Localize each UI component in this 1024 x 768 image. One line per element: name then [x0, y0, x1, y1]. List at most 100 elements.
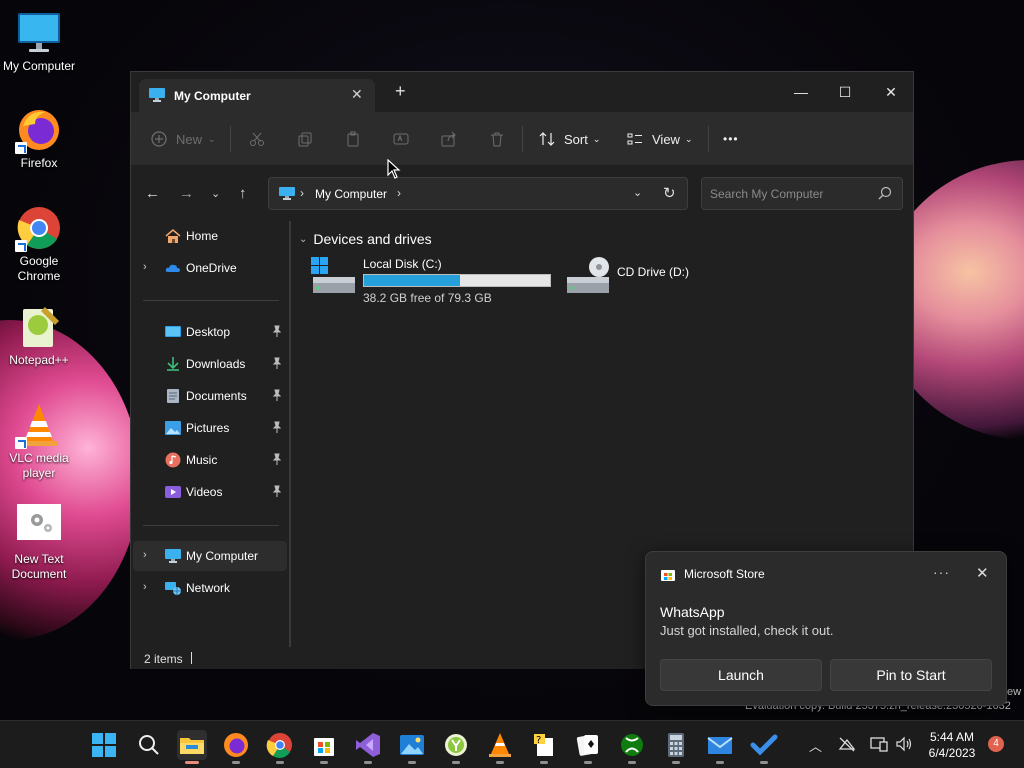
toast-more-button[interactable]: ···	[933, 564, 950, 580]
taskbar-help-app[interactable]: ?	[529, 730, 559, 764]
back-arrow-icon[interactable]: ←	[145, 185, 160, 202]
taskbar-todo[interactable]	[749, 730, 779, 764]
drive-local-disk-c[interactable]: Local Disk (C:) 38.2 GB free of 79.3 GB	[311, 257, 561, 313]
tab-my-computer[interactable]: My Computer ✕	[139, 79, 375, 112]
desktop-icon-vlc[interactable]: VLC media player	[1, 401, 77, 481]
delete-button[interactable]	[489, 128, 505, 150]
pin-icon[interactable]	[271, 485, 283, 497]
recent-locations-chevron-icon[interactable]: ⌄	[211, 187, 220, 200]
toast-notification[interactable]: Microsoft Store ··· ✕ WhatsApp Just got …	[645, 551, 1007, 706]
running-indicator	[364, 761, 372, 764]
new-tab-button[interactable]: +	[395, 81, 406, 102]
group-header-devices[interactable]: ⌄ Devices and drives	[299, 231, 432, 247]
pin-to-start-button[interactable]: Pin to Start	[830, 659, 992, 691]
pin-icon[interactable]	[271, 421, 283, 433]
taskbar-firefox[interactable]	[221, 730, 251, 764]
shortcut-arrow-icon	[15, 240, 27, 252]
desktop-icon-label: My Computer	[2, 59, 76, 73]
copy-button[interactable]	[297, 128, 313, 150]
taskbar-vlc[interactable]	[485, 730, 515, 764]
desktop-icon-new-text-document[interactable]: New Text Document	[1, 502, 77, 582]
taskbar-app-green[interactable]	[441, 730, 471, 764]
desktop-icon-notepadpp[interactable]: Notepad++	[1, 303, 77, 368]
drive-cd-d[interactable]: CD Drive (D:)	[565, 257, 715, 313]
help-question-icon: ?	[534, 734, 553, 756]
monitor-icon	[165, 549, 181, 563]
sort-button[interactable]: Sort ⌄	[539, 128, 600, 150]
rename-button[interactable]	[393, 128, 409, 150]
taskbar-search-button[interactable]	[133, 730, 163, 760]
network-disconnected-icon[interactable]	[838, 735, 856, 753]
view-label: View	[652, 131, 680, 147]
address-bar[interactable]: › My Computer › ⌄ ↻	[268, 177, 688, 210]
sidebar-item-documents[interactable]: Documents	[133, 381, 287, 411]
taskbar-solitaire[interactable]	[573, 730, 603, 764]
expand-chevron-icon[interactable]: ›	[143, 581, 147, 593]
item-count: 2 items	[144, 652, 183, 666]
refresh-icon[interactable]: ↻	[663, 184, 676, 202]
address-history-chevron-icon[interactable]: ⌄	[633, 186, 642, 199]
download-arrow-icon	[167, 357, 179, 371]
desktop-icon-chrome[interactable]: Google Chrome	[1, 204, 77, 284]
sidebar-item-my-computer[interactable]: › My Computer	[133, 541, 287, 571]
taskbar-calculator[interactable]	[661, 730, 691, 764]
pin-icon[interactable]	[271, 357, 283, 369]
sidebar-item-videos[interactable]: Videos	[133, 477, 287, 507]
sidebar-item-desktop[interactable]: Desktop	[133, 317, 287, 347]
sidebar-item-home[interactable]: Home	[133, 221, 287, 251]
cut-button[interactable]	[249, 128, 265, 150]
search-box[interactable]	[701, 177, 903, 210]
up-arrow-icon[interactable]: ↑	[239, 185, 247, 202]
share-button[interactable]	[441, 128, 457, 150]
pin-icon[interactable]	[271, 453, 283, 465]
toast-close-button[interactable]: ✕	[976, 564, 989, 582]
device-display-icon[interactable]	[870, 735, 888, 753]
tab-close-button[interactable]: ✕	[351, 86, 363, 103]
sidebar-item-downloads[interactable]: Downloads	[133, 349, 287, 379]
sidebar-item-onedrive[interactable]: › OneDrive	[133, 253, 287, 283]
start-button[interactable]	[89, 730, 119, 760]
breadcrumb-chevron-icon[interactable]: ›	[300, 186, 304, 200]
group-header-label: Devices and drives	[313, 231, 432, 247]
volume-icon[interactable]	[895, 735, 913, 753]
more-options-button[interactable]: •••	[723, 128, 739, 150]
close-window-button[interactable]: ✕	[868, 78, 914, 106]
desktop-icon-firefox[interactable]: Firefox	[1, 106, 77, 171]
drive-name: Local Disk (C:)	[363, 257, 442, 271]
taskbar-chrome[interactable]	[265, 730, 295, 764]
taskbar-photos[interactable]	[397, 730, 427, 764]
launch-button[interactable]: Launch	[660, 659, 822, 691]
search-icon[interactable]	[878, 186, 892, 200]
paste-button[interactable]	[345, 128, 361, 150]
notification-center-badge[interactable]: 4	[988, 736, 1004, 752]
taskbar-microsoft-store[interactable]	[309, 730, 339, 764]
sidebar-item-pictures[interactable]: Pictures	[133, 413, 287, 443]
view-button[interactable]: View ⌄	[627, 128, 693, 150]
system-clock[interactable]: 5:44 AM 6/4/2023	[924, 729, 980, 761]
maximize-button[interactable]: ☐	[822, 78, 868, 106]
taskbar-visual-studio[interactable]	[353, 730, 383, 764]
forward-arrow-icon[interactable]: →	[179, 185, 194, 202]
show-hidden-icons-chevron-icon[interactable]: ︿	[809, 736, 822, 755]
expand-chevron-icon[interactable]: ›	[143, 261, 147, 273]
pin-icon[interactable]	[271, 325, 283, 337]
desktop-icon-my-computer[interactable]: My Computer	[1, 9, 77, 74]
sidebar-item-label: Desktop	[186, 325, 231, 339]
breadcrumb-chevron-icon[interactable]: ›	[397, 186, 401, 200]
new-button[interactable]: New ⌄	[151, 128, 216, 150]
toast-title: WhatsApp	[660, 604, 725, 620]
running-indicator	[540, 761, 548, 764]
taskbar-mail[interactable]	[705, 730, 735, 764]
collapse-chevron-icon[interactable]: ⌄	[299, 234, 307, 245]
minimize-button[interactable]: —	[778, 78, 824, 106]
search-input[interactable]	[710, 185, 870, 203]
breadcrumb-my-computer[interactable]: My Computer	[315, 187, 387, 201]
taskbar-xbox[interactable]	[617, 730, 647, 764]
pin-icon[interactable]	[271, 389, 283, 401]
taskbar-file-explorer[interactable]	[177, 730, 207, 764]
sidebar-item-network[interactable]: › Network	[133, 573, 287, 603]
sidebar-item-music[interactable]: Music	[133, 445, 287, 475]
expand-chevron-icon[interactable]: ›	[143, 549, 147, 561]
status-separator	[191, 652, 192, 664]
firefox-icon	[15, 106, 63, 154]
